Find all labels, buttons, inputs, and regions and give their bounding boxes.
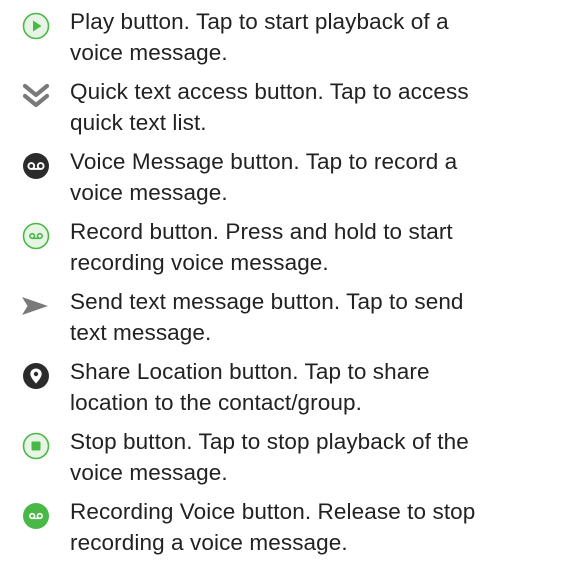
legend-item-description: Share Location button. Tap to share loca… <box>70 359 430 415</box>
play-icon <box>22 12 50 40</box>
voicemail-filled-icon <box>23 153 49 179</box>
record-icon <box>22 222 50 250</box>
legend-item-stop: Stop button. Tap to stop playback of the… <box>0 429 582 500</box>
legend-item-description: Stop button. Tap to stop playback of the… <box>70 429 469 485</box>
legend-item-send: Send text message button. Tap to send te… <box>0 289 582 360</box>
legend-item-description: Send text message button. Tap to send te… <box>70 289 464 345</box>
send-arrow-icon <box>22 297 48 315</box>
double-chevron-down-icon <box>22 83 50 108</box>
legend-item-description: Voice Message button. Tap to record a vo… <box>70 149 458 205</box>
legend-item-recording-voice: Recording Voice button. Release to stop … <box>0 499 582 570</box>
recording-voice-icon <box>23 503 49 529</box>
legend-item-share-location: Share Location button. Tap to share loca… <box>0 359 582 430</box>
legend-item-description: Quick text access button. Tap to access … <box>70 79 469 135</box>
location-pin-icon <box>23 363 49 389</box>
legend-item-description: Recording Voice button. Release to stop … <box>70 499 476 555</box>
legend-item-quick-text: Quick text access button. Tap to access … <box>0 79 582 150</box>
legend-item-description: Record button. Press and hold to start r… <box>70 219 453 275</box>
legend-item-voice-message: Voice Message button. Tap to record a vo… <box>0 149 582 220</box>
legend-item-description: Play button. Tap to start playback of a … <box>70 9 449 65</box>
legend-item-play: Play button. Tap to start playback of a … <box>0 9 582 80</box>
stop-icon <box>22 432 50 460</box>
legend-item-record: Record button. Press and hold to start r… <box>0 219 582 290</box>
